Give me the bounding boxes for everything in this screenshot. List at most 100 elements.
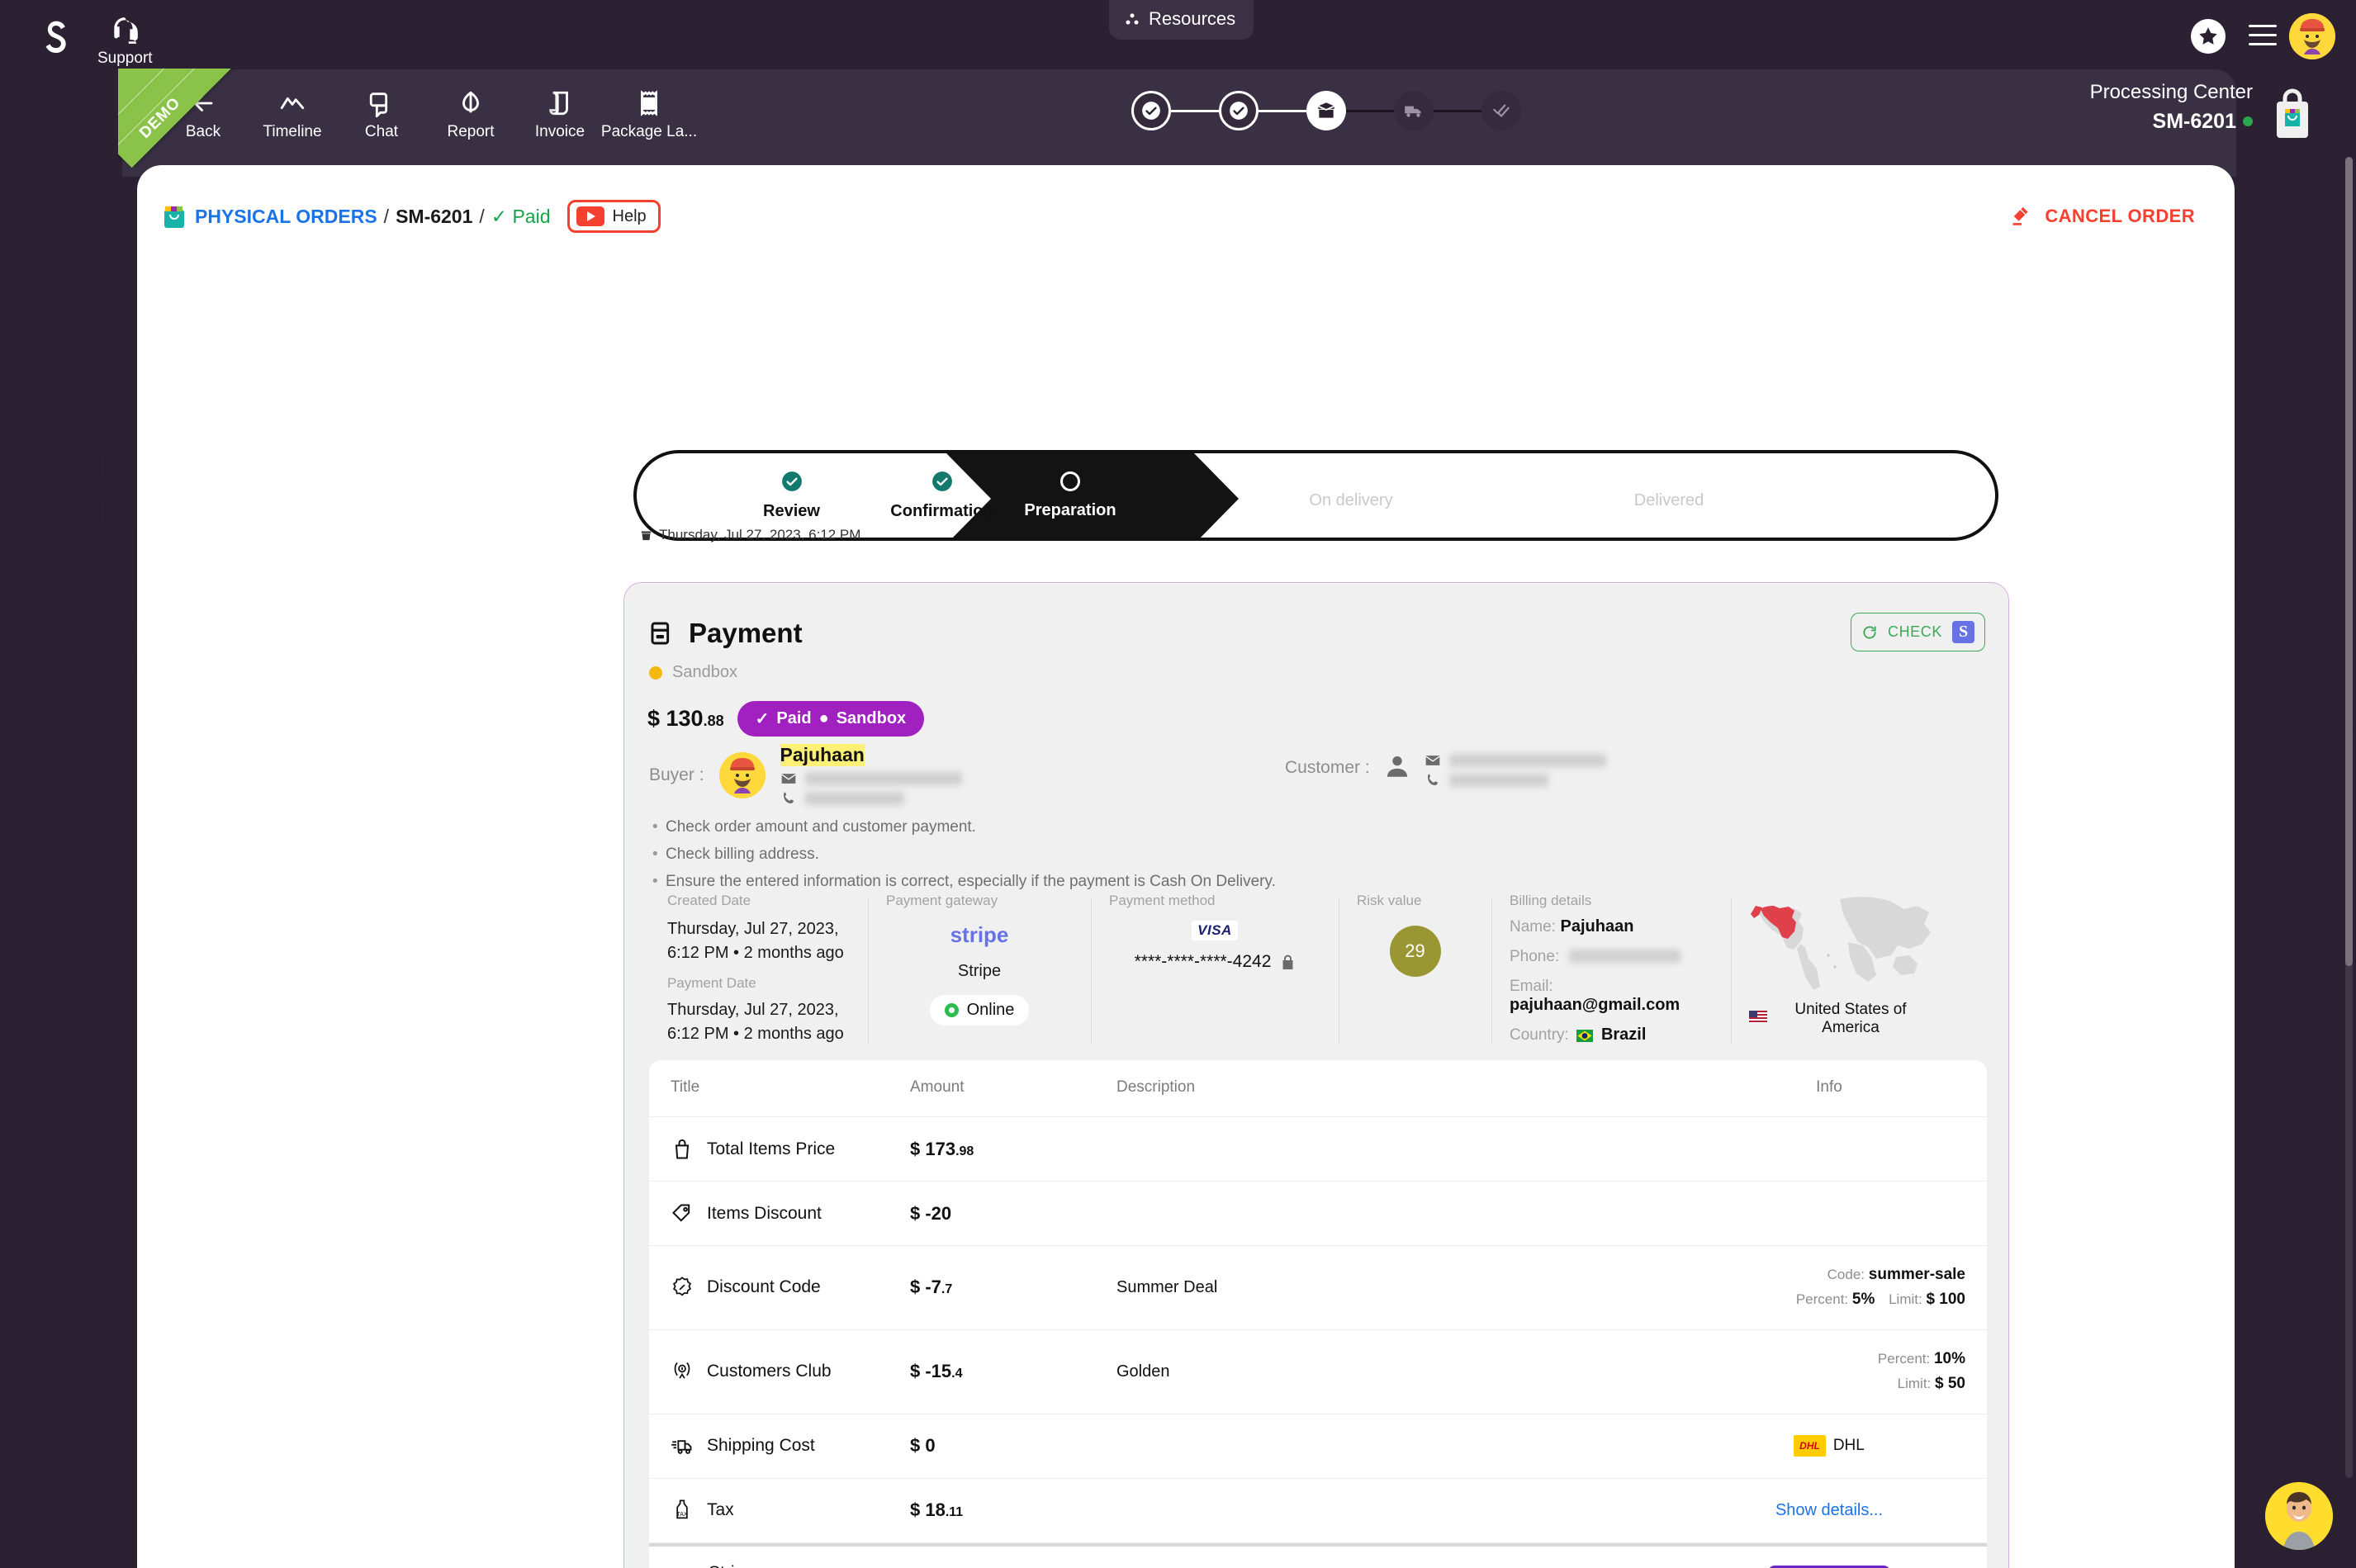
buyer-label: Buyer :: [649, 765, 704, 785]
check-payment-button[interactable]: CHECK S: [1851, 613, 1985, 651]
order-step-line: [1434, 110, 1481, 112]
toolbar-item-back[interactable]: Back: [159, 78, 248, 141]
progress-step-delivered[interactable]: Delivered: [1512, 453, 1826, 538]
order-step-dots: [1131, 91, 1521, 130]
laurel-icon: [671, 1360, 694, 1383]
resources-label: Resources: [1149, 8, 1235, 30]
breadcrumb-status: ✓ Paid: [491, 206, 551, 228]
help-label: Help: [613, 207, 647, 226]
payment-method-column: Payment method VISA ****-****-****-4242: [1091, 893, 1339, 1049]
order-step-line: [1346, 110, 1394, 112]
row-amount: $ -15.4: [910, 1361, 1116, 1382]
credit-card-icon: [649, 620, 676, 647]
map-country-row: United States of America: [1749, 1001, 1927, 1037]
toolbar-item-timeline[interactable]: Timeline: [248, 78, 337, 141]
resources-button[interactable]: Resources: [1109, 0, 1254, 40]
badge-dot-icon: ●: [819, 709, 829, 728]
tag-icon: [671, 1202, 694, 1225]
table-row: Total Items Price $ 173.98: [649, 1117, 1987, 1182]
risk-value-column: Risk value 29: [1339, 893, 1491, 1049]
buyer-phone-line: [780, 791, 962, 806]
table-row: Items Discount $ -20: [649, 1182, 1987, 1246]
table-header-row: Title Amount Description Info: [649, 1060, 1987, 1117]
gateway-name: Stripe: [886, 959, 1073, 983]
selldone-logo-icon[interactable]: [37, 18, 73, 61]
refresh-icon: [1861, 624, 1878, 641]
calendar-icon: [639, 528, 653, 542]
row-title: Customers Club: [707, 1362, 832, 1381]
youtube-play-icon: [576, 206, 604, 226]
processing-center-order-code: SM-6201: [2090, 110, 2253, 134]
buyer-name: Pajuhaan: [780, 744, 865, 766]
billing-phone-redacted: [1569, 950, 1680, 963]
email-icon: [780, 771, 797, 786]
breadcrumb-separator: /: [479, 206, 484, 228]
row-title: Shipping Cost: [707, 1436, 815, 1456]
progress-step-label: Preparation: [1024, 501, 1116, 520]
sandbox-indicator: Sandbox: [649, 663, 737, 682]
row-info: Code: summer-sale Percent: 5% Limit: $ 1…: [1693, 1262, 1965, 1313]
show-tax-details-link[interactable]: Show details...: [1775, 1501, 1883, 1519]
brazil-flag-icon: [1576, 1028, 1593, 1047]
customer-email-line: [1425, 753, 1606, 768]
toolbar-item-package-label[interactable]: Package La...: [604, 78, 694, 141]
toolbar-item-label: Chat: [365, 123, 398, 141]
shop-bag-icon[interactable]: [2268, 87, 2316, 140]
world-map-icon: [1749, 893, 1935, 990]
hamburger-icon[interactable]: [2249, 25, 2277, 46]
processing-center-title: Processing Center: [2090, 81, 2253, 104]
note-item: Check order amount and customer payment.: [652, 818, 1276, 836]
progress-step-preparation[interactable]: Preparation: [946, 453, 1194, 538]
risk-label: Risk value: [1357, 893, 1473, 909]
column-header-info: Info: [1693, 1078, 1965, 1097]
progress-step-label: Delivered: [1634, 491, 1704, 510]
processing-center-block: Processing Center SM-6201: [2090, 81, 2253, 134]
order-step-confirmation[interactable]: [1219, 91, 1259, 130]
buyer-phone-redacted: [805, 792, 904, 805]
breadcrumb: PHYSICAL ORDERS / SM-6201 / ✓ Paid Help: [162, 200, 661, 233]
check-button-label: CHECK: [1888, 623, 1942, 641]
breadcrumb-separator: /: [384, 206, 389, 228]
row-amount: $ -20: [910, 1203, 1116, 1225]
page-title: Payment: [689, 618, 803, 649]
billing-name-row: Name: Pajuhaan: [1510, 917, 1713, 936]
user-avatar[interactable]: [2289, 13, 2335, 59]
billing-email-row: Email: pajuhaan@gmail.com: [1510, 977, 1713, 1015]
order-step-line: [1171, 110, 1219, 112]
dhl-logo-icon: DHL: [1794, 1435, 1826, 1457]
star-icon[interactable]: [2191, 19, 2226, 54]
receipt-url-button[interactable]: Receipt URL: [1768, 1566, 1889, 1568]
payment-amount-row: $ 130.88 ✓ Paid ● Sandbox: [647, 701, 924, 737]
method-card-number: ****-****-****-4242: [1109, 952, 1320, 972]
page-scrollbar[interactable]: [2345, 157, 2353, 1478]
support-chat-button[interactable]: [2265, 1482, 2333, 1550]
toolbar-item-label: Timeline: [263, 123, 321, 141]
order-page: PHYSICAL ORDERS / SM-6201 / ✓ Paid Help …: [137, 165, 2235, 1568]
order-step-preparation[interactable]: [1306, 91, 1346, 130]
order-step-review[interactable]: [1131, 91, 1171, 130]
stripe-wordmark-icon: stripe: [886, 922, 1073, 948]
column-header-description: Description: [1116, 1078, 1693, 1097]
carrier-chip: DHL DHL: [1794, 1435, 1865, 1457]
toolbar-item-label: Package La...: [601, 123, 697, 141]
cancel-order-button[interactable]: CANCEL ORDER: [2010, 205, 2195, 228]
progress-step-on-delivery[interactable]: On delivery: [1194, 453, 1508, 538]
toolbar-item-report[interactable]: Report: [426, 78, 515, 141]
row-amount: $ 0: [910, 1435, 1116, 1457]
shopping-bag-icon: [671, 1138, 694, 1161]
billing-phone-row: Phone:: [1510, 947, 1713, 966]
billing-details-column: Billing details Name: Pajuhaan Phone: Em…: [1491, 893, 1731, 1049]
circle-outline-icon: [1060, 471, 1080, 491]
row-title: Stripe: [709, 1563, 820, 1568]
table-row: Discount Code $ -7.7 Summer Deal Code: s…: [649, 1246, 1987, 1330]
toolbar-item-chat[interactable]: Chat: [337, 78, 426, 141]
row-amount: $ 18.11: [910, 1499, 1116, 1521]
order-step-on-delivery[interactable]: [1394, 91, 1434, 130]
breadcrumb-section[interactable]: PHYSICAL ORDERS: [195, 206, 377, 228]
help-button[interactable]: Help: [567, 200, 661, 233]
order-step-delivered[interactable]: [1481, 91, 1521, 130]
toolbar-item-invoice[interactable]: Invoice: [515, 78, 604, 141]
svg-text:TAX: TAX: [676, 1512, 687, 1518]
support-button[interactable]: Support: [97, 15, 153, 68]
payment-card: Payment CHECK S Sandbox $ 130.88 ✓ Paid …: [623, 582, 2009, 1568]
